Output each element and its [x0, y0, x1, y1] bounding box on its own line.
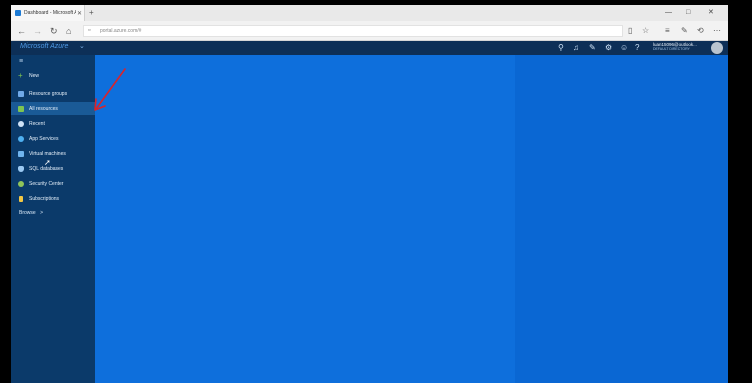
- browser-tab[interactable]: Dashboard - Microsoft A ✕: [11, 5, 85, 21]
- virtual-machines-icon: [18, 150, 24, 157]
- sidebar-item-sql-databases[interactable]: SQL databases: [11, 162, 95, 175]
- sidebar-item-resource-groups[interactable]: Resource groups: [11, 87, 95, 100]
- lock-icon: ▫: [88, 27, 91, 34]
- refresh-icon[interactable]: ↻: [50, 25, 58, 37]
- sidebar: ≡ + New Resource groups All resources Re…: [11, 55, 95, 383]
- feedback-smiley-icon[interactable]: ☺: [620, 43, 628, 53]
- sidebar-item-label: Subscriptions: [29, 195, 60, 202]
- hamburger-menu-icon[interactable]: ≡: [19, 58, 23, 65]
- new-tab-button[interactable]: +: [89, 7, 94, 19]
- sidebar-item-app-services[interactable]: App Services: [11, 132, 95, 145]
- share-icon[interactable]: ⟲: [697, 25, 704, 37]
- forward-arrow-icon[interactable]: →: [33, 25, 42, 37]
- home-icon[interactable]: ⌂: [66, 25, 71, 37]
- hub-icon[interactable]: ≡: [665, 25, 670, 37]
- browse-link[interactable]: Browse >: [19, 210, 43, 216]
- sidebar-item-label: Virtual machines: [29, 150, 66, 157]
- dashboard-canvas: [95, 55, 728, 383]
- letterbox-left: [0, 0, 11, 383]
- sidebar-item-virtual-machines[interactable]: Virtual machines: [11, 147, 95, 160]
- url-input[interactable]: ▫ portal.azure.com/#: [83, 25, 623, 37]
- avatar[interactable]: [711, 42, 723, 54]
- chevron-right-icon: >: [40, 210, 43, 216]
- screen: Dashboard - Microsoft A ✕ + — □ ✕ ← → ↻ …: [11, 5, 728, 383]
- sidebar-item-label: Security Center: [29, 180, 64, 187]
- user-directory: DEFAULT DIRECTORY: [653, 47, 690, 51]
- address-bar: ← → ↻ ⌂ ▫ portal.azure.com/# ▯ ☆ ≡ ✎ ⟲ ⋯: [11, 21, 728, 41]
- minimize-button[interactable]: —: [665, 7, 672, 19]
- reading-view-icon[interactable]: ▯: [628, 25, 632, 37]
- favorite-star-icon[interactable]: ☆: [642, 25, 649, 37]
- sidebar-item-label: New: [29, 72, 40, 79]
- sidebar-item-label: Recent: [29, 120, 45, 127]
- browse-label: Browse: [19, 210, 36, 216]
- sidebar-item-security-center[interactable]: Security Center: [11, 177, 95, 190]
- mouse-cursor-icon: ➚: [44, 158, 51, 167]
- chevron-down-icon[interactable]: ⌄: [79, 42, 85, 50]
- user-account[interactable]: luan15096@outlook... DEFAULT DIRECTORY: [653, 42, 697, 52]
- clock-icon: [18, 120, 24, 127]
- help-icon[interactable]: ?: [635, 43, 639, 53]
- back-arrow-icon[interactable]: ←: [17, 25, 26, 37]
- web-note-icon[interactable]: ✎: [681, 25, 688, 37]
- url-text: portal.azure.com/#: [100, 28, 142, 34]
- search-icon[interactable]: ⚲: [558, 43, 564, 53]
- tab-close-icon[interactable]: ✕: [77, 10, 82, 17]
- close-window-button[interactable]: ✕: [708, 7, 714, 19]
- security-center-icon: [18, 180, 24, 187]
- sidebar-item-recent[interactable]: Recent: [11, 117, 95, 130]
- sql-databases-icon: [18, 165, 24, 172]
- app-services-icon: [18, 135, 24, 142]
- dashboard-right-panel: [515, 55, 728, 383]
- resource-groups-icon: [18, 90, 24, 97]
- plus-icon: +: [18, 70, 23, 80]
- sidebar-item-label: Resource groups: [29, 90, 68, 97]
- azure-header: Microsoft Azure ⌄ ⚲ ♫ ✎ ⚙ ☺ ? luan15096@…: [11, 41, 728, 55]
- all-resources-icon: [18, 105, 24, 112]
- tab-title: Dashboard - Microsoft A: [24, 10, 76, 16]
- annotation-arrow-icon: [94, 68, 126, 111]
- more-icon[interactable]: ⋯: [713, 25, 721, 37]
- browser-tab-strip: Dashboard - Microsoft A ✕ + — □ ✕: [11, 5, 728, 21]
- sidebar-item-new[interactable]: + New: [11, 69, 95, 82]
- azure-favicon-icon: [15, 10, 21, 16]
- edit-icon[interactable]: ✎: [589, 43, 596, 53]
- settings-gear-icon[interactable]: ⚙: [605, 43, 612, 53]
- maximize-button[interactable]: □: [686, 7, 690, 19]
- sidebar-item-label: App Services: [29, 135, 59, 142]
- subscriptions-icon: [19, 195, 23, 202]
- azure-brand-logo[interactable]: Microsoft Azure: [20, 43, 68, 50]
- sidebar-item-subscriptions[interactable]: Subscriptions: [11, 192, 95, 205]
- sidebar-item-all-resources[interactable]: All resources: [11, 102, 95, 115]
- letterbox-right: [741, 0, 752, 383]
- notifications-bell-icon[interactable]: ♫: [573, 43, 579, 53]
- sidebar-item-label: All resources: [29, 105, 58, 112]
